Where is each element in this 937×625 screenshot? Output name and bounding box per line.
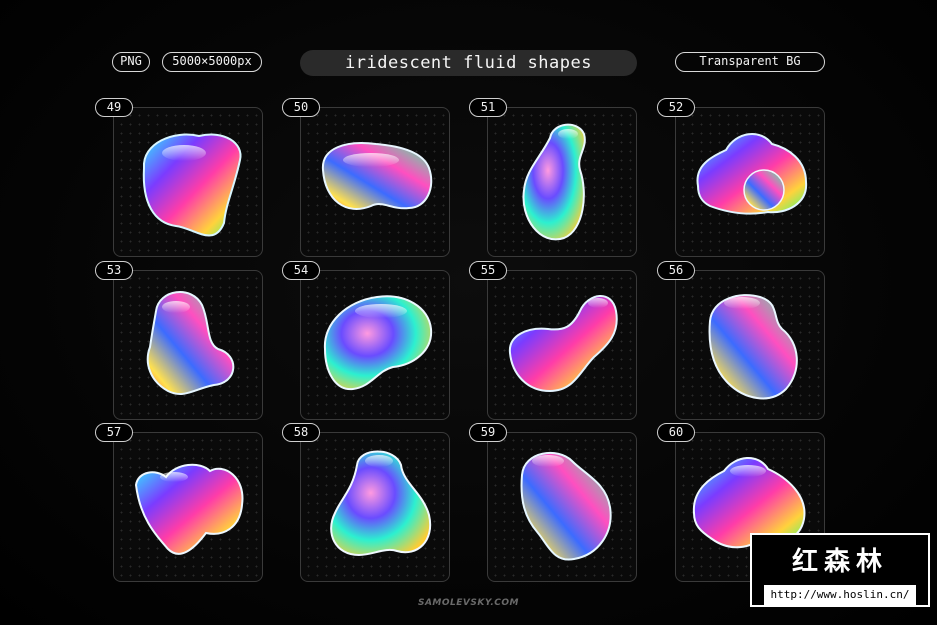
watermark-brand: 红森林 bbox=[791, 547, 888, 577]
fluid-shape-image bbox=[330, 450, 432, 557]
shape-tile: 50 bbox=[282, 98, 450, 257]
shape-tile: 57 bbox=[95, 423, 263, 582]
fluid-shape-image bbox=[696, 132, 808, 215]
size-pill: 5000×5000px bbox=[162, 52, 262, 72]
fluid-shape-image bbox=[520, 452, 612, 561]
format-pill: PNG bbox=[112, 52, 150, 72]
shape-tile: 58 bbox=[282, 423, 450, 582]
shape-tile: 56 bbox=[657, 261, 825, 420]
shape-tile: 53 bbox=[95, 261, 263, 420]
shape-tile: 52 bbox=[657, 98, 825, 257]
shape-tile: 51 bbox=[469, 98, 637, 257]
watermark: 红森林 http://www.hoslin.cn/ bbox=[750, 533, 930, 607]
fluid-shape-image bbox=[323, 295, 433, 391]
shape-tile: 49 bbox=[95, 98, 263, 257]
fluid-shape-image bbox=[708, 294, 798, 400]
shape-tile: 59 bbox=[469, 423, 637, 582]
fluid-shape-image bbox=[142, 133, 242, 237]
page-title: iridescent fluid shapes bbox=[300, 50, 637, 76]
watermark-url: http://www.hoslin.cn/ bbox=[764, 585, 916, 605]
shape-tile: 55 bbox=[469, 261, 637, 420]
fluid-shape-image bbox=[321, 142, 433, 210]
background-pill: Transparent BG bbox=[675, 52, 825, 72]
poster: PNG 5000×5000px iridescent fluid shapes … bbox=[0, 0, 937, 625]
fluid-shape-image bbox=[134, 463, 244, 555]
fluid-shape-image bbox=[146, 291, 235, 395]
fluid-shape-image bbox=[508, 295, 618, 393]
fluid-shape-image bbox=[522, 123, 586, 241]
shape-tile: 54 bbox=[282, 261, 450, 420]
